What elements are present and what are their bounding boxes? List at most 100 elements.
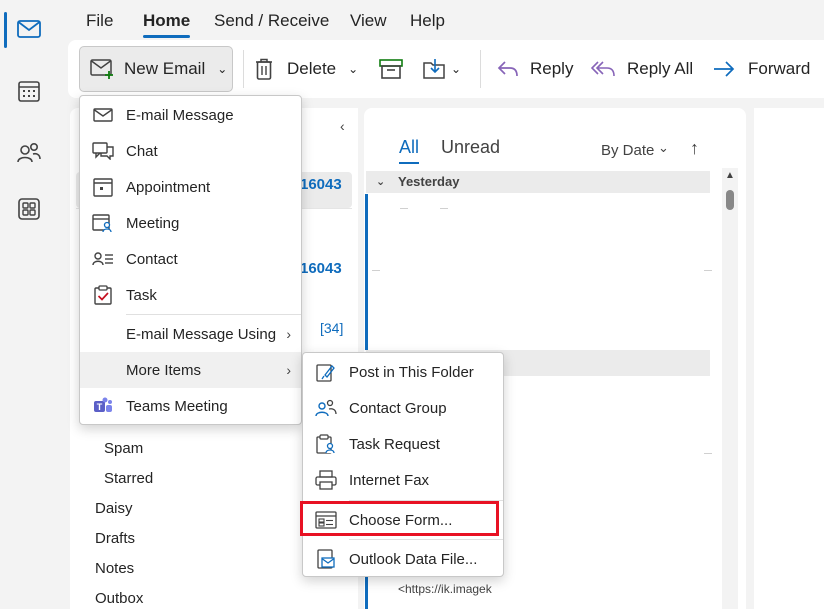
fax-printer-icon — [315, 470, 337, 490]
folder-starred[interactable]: Starred — [104, 470, 153, 487]
post-pin-icon — [315, 362, 337, 382]
sort-direction-arrow-icon[interactable]: ↑ — [690, 138, 699, 159]
calendar-app-button[interactable] — [12, 74, 46, 108]
new-mail-icon — [90, 59, 113, 79]
menu-item-internet-fax[interactable]: Internet Fax — [303, 462, 503, 498]
reading-pane — [754, 108, 824, 609]
reply-all-button[interactable]: Reply All — [591, 46, 693, 92]
tab-all[interactable]: All — [399, 137, 419, 158]
task-request-icon — [315, 434, 337, 454]
divider — [704, 270, 712, 271]
reply-icon — [497, 61, 518, 77]
reply-all-icon — [591, 61, 615, 77]
data-file-icon — [315, 549, 337, 569]
folder-notes[interactable]: Notes — [95, 560, 134, 577]
tab-file[interactable]: File — [86, 11, 113, 31]
new-email-menu: E-mail Message Chat Appointment Meeting … — [79, 95, 302, 425]
placeholder-line — [400, 208, 408, 209]
trash-icon — [256, 58, 272, 80]
archive-icon — [379, 59, 403, 79]
menu-item-contact-group[interactable]: Contact Group — [303, 390, 503, 426]
ribbon-divider — [243, 50, 244, 88]
forward-icon — [714, 61, 735, 77]
reply-all-label: Reply All — [627, 59, 694, 78]
menu-item-meeting[interactable]: Meeting — [80, 205, 301, 241]
chevron-right-icon: › — [286, 326, 291, 342]
group-header-yesterday[interactable]: ⌄ Yesterday — [366, 171, 710, 193]
menu-item-task-request[interactable]: Task Request — [303, 426, 503, 462]
tab-send-receive[interactable]: Send / Receive — [214, 11, 329, 31]
delete-label: Delete — [287, 59, 337, 78]
tab-help[interactable]: Help — [410, 11, 445, 31]
tab-view[interactable]: View — [350, 11, 387, 31]
divider — [372, 270, 380, 271]
people-app-button[interactable] — [12, 136, 46, 170]
scroll-up-icon[interactable]: ▲ — [725, 170, 735, 181]
placeholder-line — [440, 208, 448, 209]
archive-button[interactable] — [378, 46, 404, 92]
mail-icon — [17, 20, 41, 38]
tab-home[interactable]: Home — [143, 11, 191, 38]
menu-item-task[interactable]: Task — [80, 277, 301, 313]
more-items-submenu: Post in This Folder Contact Group Task R… — [302, 352, 504, 577]
menu-divider — [349, 539, 503, 540]
unread-count: 16043 — [300, 260, 342, 277]
meeting-icon — [92, 213, 114, 233]
contact-group-icon — [315, 398, 337, 418]
menu-item-more-items[interactable]: More Items › — [80, 352, 301, 388]
chevron-down-icon[interactable]: ⌄ — [658, 140, 669, 156]
menu-divider — [126, 314, 301, 315]
apps-grid-icon — [18, 198, 40, 220]
appointment-icon — [92, 177, 114, 197]
folder-drafts[interactable]: Drafts — [95, 530, 135, 547]
teams-icon: T — [92, 396, 114, 416]
collapse-pane-icon[interactable]: ‹ — [340, 118, 345, 134]
unread-count: 16043 — [300, 176, 342, 193]
apps-button[interactable] — [12, 192, 46, 226]
divider — [704, 453, 712, 454]
folder-daisy[interactable]: Daisy — [95, 500, 133, 517]
menu-item-appointment[interactable]: Appointment — [80, 169, 301, 205]
move-button[interactable]: ⌄ — [422, 46, 461, 92]
menu-item-email-message[interactable]: E-mail Message — [80, 97, 301, 133]
delete-button[interactable]: Delete ⌄ — [254, 46, 358, 92]
mail-icon — [92, 105, 114, 125]
chevron-down-icon: ⌄ — [217, 62, 228, 76]
active-indicator — [4, 12, 7, 48]
task-clipboard-icon — [92, 285, 114, 305]
menu-item-teams-meeting[interactable]: T Teams Meeting — [80, 388, 301, 424]
mail-app-button[interactable] — [12, 12, 46, 46]
chat-icon — [92, 141, 114, 161]
tab-unread[interactable]: Unread — [441, 137, 500, 158]
message-preview-url: <https://ik.imagek — [398, 582, 492, 596]
menu-item-chat[interactable]: Chat — [80, 133, 301, 169]
menu-bar: File Home Send / Receive View Help — [58, 0, 824, 40]
svg-text:T: T — [97, 402, 103, 412]
unread-count: [34] — [320, 320, 344, 336]
reply-button[interactable]: Reply — [496, 46, 573, 92]
scroll-thumb[interactable] — [726, 190, 734, 210]
contact-icon — [92, 249, 114, 269]
sort-by-date[interactable]: By Date — [601, 142, 654, 159]
menu-item-outlook-data-file[interactable]: Outlook Data File... — [303, 541, 503, 577]
menu-item-email-message-using[interactable]: E-mail Message Using › — [80, 316, 301, 352]
folder-spam[interactable]: Spam — [104, 440, 143, 457]
ribbon-divider — [480, 50, 481, 88]
chevron-down-icon: ⌄ — [348, 62, 359, 76]
menu-item-contact[interactable]: Contact — [80, 241, 301, 277]
menu-item-post-in-folder[interactable]: Post in This Folder — [303, 354, 503, 390]
scrollbar[interactable]: ▲ — [722, 168, 738, 609]
move-to-folder-icon — [423, 59, 445, 79]
folder-outbox[interactable]: Outbox — [95, 590, 143, 607]
new-email-label: New Email — [124, 59, 206, 78]
selected-message-bar — [365, 194, 368, 350]
app-rail — [0, 0, 58, 609]
chevron-right-icon: › — [286, 362, 291, 378]
forward-button[interactable]: Forward — [712, 46, 810, 92]
new-email-button[interactable]: New Email ⌄ — [79, 46, 233, 92]
chevron-down-icon: ⌄ — [376, 176, 386, 188]
people-icon — [17, 142, 41, 163]
ribbon-toolbar: New Email ⌄ Delete ⌄ ⌄ Reply Reply All F… — [68, 40, 824, 98]
tab-underline — [399, 162, 419, 164]
forward-label: Forward — [748, 59, 811, 78]
